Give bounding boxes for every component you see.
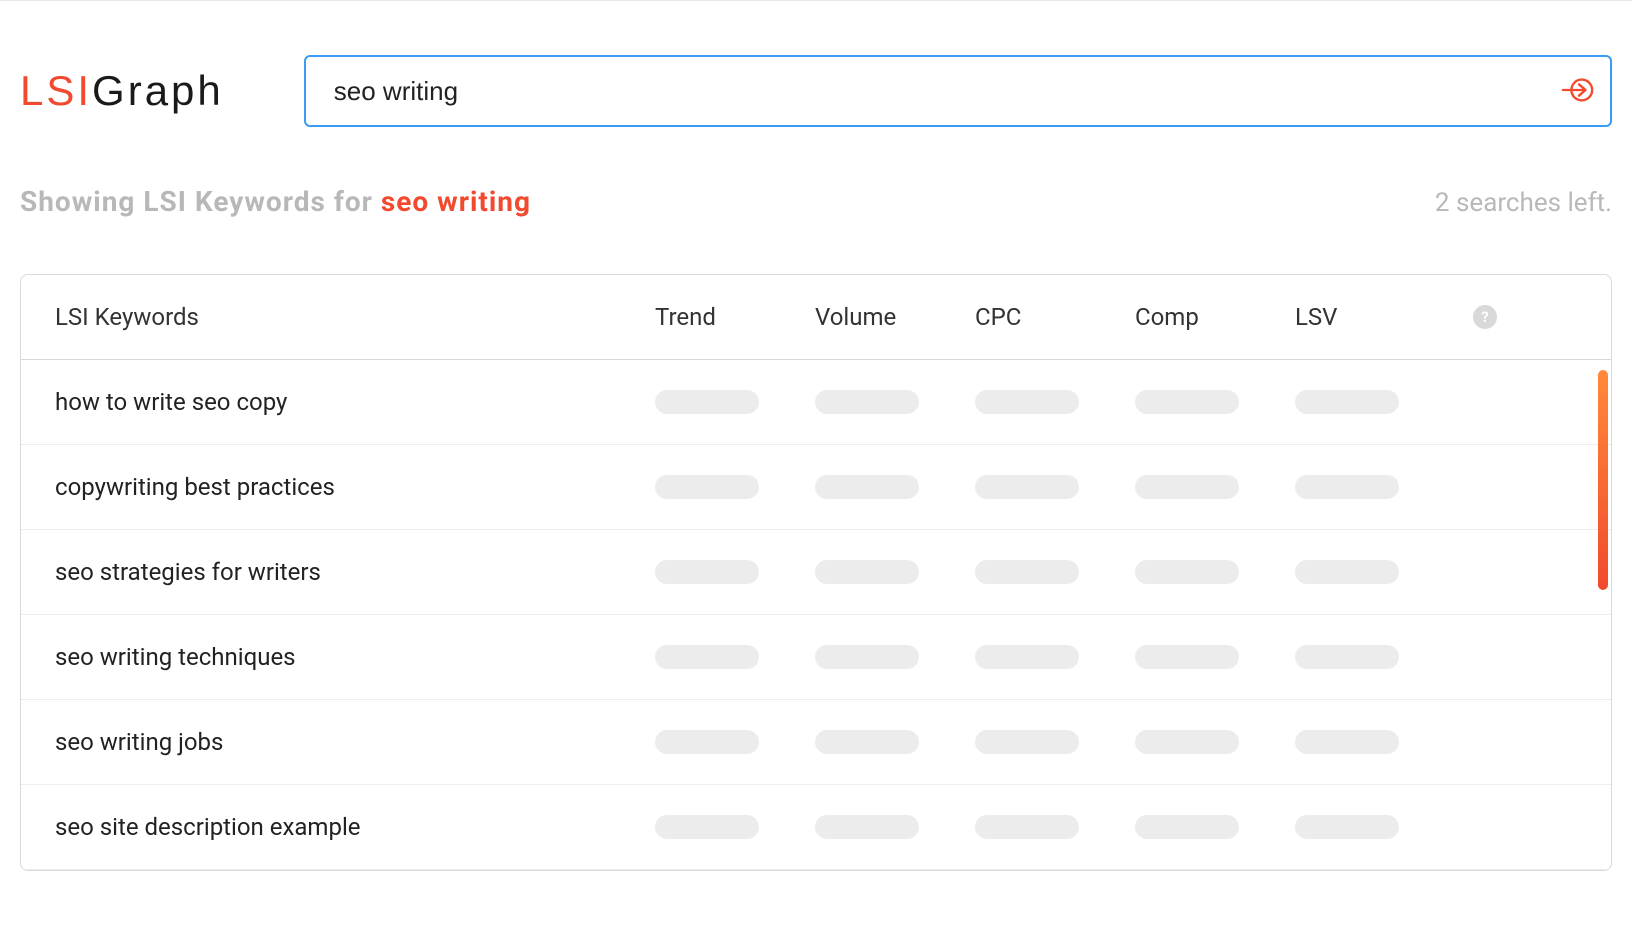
comp-placeholder: [1135, 475, 1239, 499]
results-table: LSI Keywords Trend Volume CPC Comp LSV ?…: [20, 274, 1612, 871]
cpc-placeholder: [975, 560, 1079, 584]
cpc-placeholder: [975, 475, 1079, 499]
table-row[interactable]: how to write seo copy: [21, 360, 1611, 445]
comp-placeholder: [1135, 390, 1239, 414]
trend-placeholder: [655, 475, 759, 499]
lsv-placeholder: [1295, 645, 1399, 669]
col-header-keywords: LSI Keywords: [55, 303, 655, 331]
table-row[interactable]: seo strategies for writers: [21, 530, 1611, 615]
volume-placeholder: [815, 730, 919, 754]
table-body: how to write seo copy copywriting best p…: [21, 360, 1611, 870]
col-header-trend: Trend: [655, 303, 815, 331]
keyword-cell: seo writing techniques: [55, 643, 655, 671]
keyword-cell: seo site description example: [55, 813, 655, 841]
table-row[interactable]: seo site description example: [21, 785, 1611, 870]
search-submit-button[interactable]: [1560, 73, 1596, 109]
trend-placeholder: [655, 390, 759, 414]
keyword-cell: how to write seo copy: [55, 388, 655, 416]
lsv-placeholder: [1295, 730, 1399, 754]
enter-arrow-icon: [1561, 73, 1595, 110]
volume-placeholder: [815, 645, 919, 669]
volume-placeholder: [815, 475, 919, 499]
status-showing: Showing LSI Keywords for seo writing: [20, 185, 531, 218]
logo: LSIGraph: [20, 67, 224, 115]
logo-part-lsi: LSI: [20, 67, 92, 114]
logo-part-graph: Graph: [92, 67, 224, 114]
comp-placeholder: [1135, 645, 1239, 669]
help-icon[interactable]: ?: [1473, 305, 1497, 329]
keyword-cell: seo writing jobs: [55, 728, 655, 756]
volume-placeholder: [815, 390, 919, 414]
keyword-cell: seo strategies for writers: [55, 558, 655, 586]
comp-placeholder: [1135, 560, 1239, 584]
comp-placeholder: [1135, 730, 1239, 754]
trend-placeholder: [655, 645, 759, 669]
table-row[interactable]: copywriting best practices: [21, 445, 1611, 530]
trend-placeholder: [655, 815, 759, 839]
cpc-placeholder: [975, 730, 1079, 754]
status-term: seo writing: [381, 185, 531, 218]
trend-placeholder: [655, 730, 759, 754]
lsv-placeholder: [1295, 475, 1399, 499]
cpc-placeholder: [975, 645, 1079, 669]
col-header-volume: Volume: [815, 303, 975, 331]
table-header: LSI Keywords Trend Volume CPC Comp LSV ?: [21, 275, 1611, 360]
table-row[interactable]: seo writing jobs: [21, 700, 1611, 785]
comp-placeholder: [1135, 815, 1239, 839]
cpc-placeholder: [975, 815, 1079, 839]
help-icon-wrap: ?: [1455, 305, 1515, 329]
cpc-placeholder: [975, 390, 1079, 414]
searches-left: 2 searches left.: [1435, 188, 1612, 218]
lsv-placeholder: [1295, 815, 1399, 839]
volume-placeholder: [815, 815, 919, 839]
lsv-placeholder: [1295, 390, 1399, 414]
col-header-cpc: CPC: [975, 303, 1135, 331]
volume-placeholder: [815, 560, 919, 584]
scrollbar-thumb[interactable]: [1598, 370, 1608, 590]
lsv-placeholder: [1295, 560, 1399, 584]
trend-placeholder: [655, 560, 759, 584]
status-prefix: Showing LSI Keywords for: [20, 185, 381, 218]
col-header-lsv: LSV: [1295, 303, 1455, 331]
col-header-comp: Comp: [1135, 303, 1295, 331]
status-row: Showing LSI Keywords for seo writing 2 s…: [0, 127, 1632, 218]
header-row: LSIGraph: [0, 1, 1632, 127]
table-row[interactable]: seo writing techniques: [21, 615, 1611, 700]
keyword-cell: copywriting best practices: [55, 473, 655, 501]
search-input[interactable]: [304, 55, 1612, 127]
search-wrap: [304, 55, 1612, 127]
